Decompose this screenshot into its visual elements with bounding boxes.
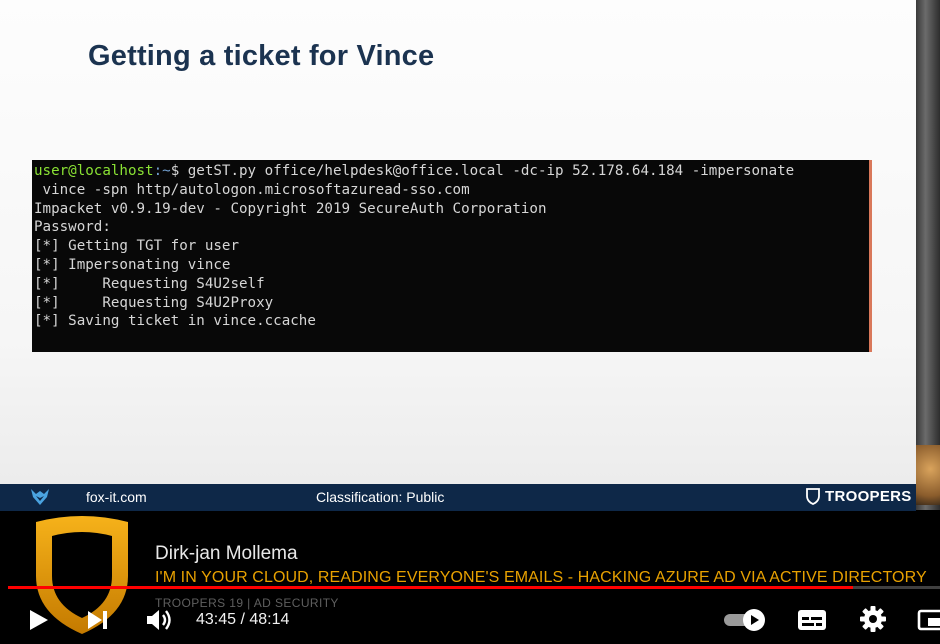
talk-track: TROOPERS 19 | AD SECURITY [155,596,339,610]
volume-icon [147,610,171,630]
terminal-line: [*] Saving ticket in vince.ccache [34,313,316,330]
settings-button[interactable] [858,604,888,634]
play-button[interactable] [24,606,52,634]
terminal-line: Impacket v0.9.19-dev - Copyright 2019 Se… [34,200,547,217]
slide-title: Getting a ticket for Vince [88,40,435,72]
progress-bar[interactable] [8,586,940,589]
terminal-line: Password: [34,219,111,236]
presentation-slide: Getting a ticket for Vince user@localhos… [0,0,916,484]
volume-button[interactable] [144,606,174,634]
troopers-brand: TROOPERS [806,488,912,505]
miniplayer-button[interactable] [916,606,940,634]
troopers-label: TROOPERS [825,488,912,505]
terminal-prompt-path: :~ [153,163,171,179]
next-icon [88,611,107,629]
terminal-prompt-user: user@localhost [34,163,154,179]
terminal-command-line: user@localhost:~$ getST.py office/helpde… [34,162,869,181]
progress-played [8,586,854,589]
terminal-command: $ getST.py office/helpdesk@office.local … [170,163,795,179]
autoplay-toggle[interactable] [722,608,768,632]
slide-footer: fox-it.com Classification: Public TROOPE… [0,484,916,511]
speaker-name: Dirk-jan Mollema [155,543,298,564]
troopers-shield-icon [806,488,820,505]
terminal-line: [*] Impersonating vince [34,256,231,273]
terminal-line: [*] Requesting S4U2Proxy [34,294,274,311]
speaker-camera-edge [916,0,940,510]
miniplayer-icon [917,609,940,631]
subtitles-icon [798,610,826,630]
video-player[interactable]: Getting a ticket for Vince user@localhos… [0,0,940,644]
terminal-line: vince -spn http/autologon.microsoftazure… [34,181,470,198]
talk-title: I'M IN YOUR CLOUD, READING EVERYONE'S EM… [155,569,927,586]
footer-classification: Classification: Public [316,489,445,505]
subtitles-button[interactable] [796,606,828,634]
terminal-line: [*] Getting TGT for user [34,238,239,255]
next-button[interactable] [84,606,112,634]
autoplay-toggle-icon [724,609,765,631]
play-icon [30,610,48,630]
terminal-line: [*] Requesting S4U2self [34,275,265,292]
footer-site: fox-it.com [86,489,147,505]
gear-icon [860,606,886,632]
fox-logo-icon [30,488,50,509]
time-display: 43:45 / 48:14 [196,611,290,628]
terminal-screenshot: user@localhost:~$ getST.py office/helpde… [32,160,872,352]
